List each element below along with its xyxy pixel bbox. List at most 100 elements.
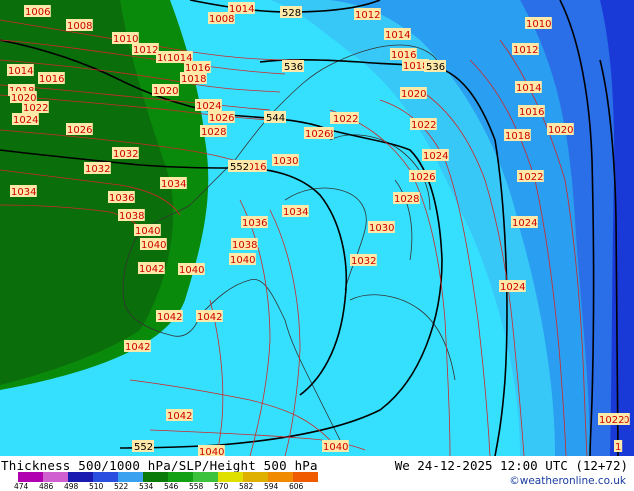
isobar-label-text: 1022 — [599, 415, 624, 426]
isobar-label-text: 1042 — [167, 411, 192, 422]
isobar-label-text: 1026 — [410, 172, 435, 183]
isobar-label: 1026 — [304, 127, 331, 140]
isobar-label: 1036 — [241, 216, 268, 229]
scale-swatch — [293, 472, 318, 482]
isobar-label: 1034 — [160, 177, 187, 190]
isobar-label-text: 1028 — [394, 194, 419, 205]
isobar-label: 1034 — [282, 205, 309, 218]
isobar-label: 1038 — [118, 209, 145, 222]
scale-swatch — [193, 472, 219, 482]
isobar-label: 1030 — [368, 221, 395, 234]
isobar-label: 1040 — [178, 263, 205, 276]
isobar-label-text: 1032 — [351, 256, 376, 267]
isobar-label-text: 1036 — [242, 218, 267, 229]
isobar-label-text: 1036 — [109, 193, 134, 204]
scale-swatch — [118, 472, 144, 482]
isobar-label: 1032 — [350, 254, 377, 267]
isobar-label-text: 1024 — [423, 151, 448, 162]
height-label-text: 552 — [230, 162, 249, 173]
isobar-label-text: 1 — [615, 442, 621, 453]
isobar-label: 1038 — [231, 238, 258, 251]
scale-swatch — [143, 472, 169, 482]
isobar-label-text: 1030 — [369, 223, 394, 234]
isobar-label-text: 1010 — [526, 19, 551, 30]
isobar-label: 1040 — [198, 445, 225, 456]
isobar-label: 1042 — [196, 310, 223, 323]
isobar-label-text: 1012 — [355, 10, 380, 21]
isobar-label: 1040 — [322, 440, 349, 453]
isobar-label-text: 1020 — [401, 89, 426, 100]
isobar-label: 1022 — [332, 112, 359, 125]
isobar-label-text: 1040 — [230, 255, 255, 266]
isobar-label-text: 1018 — [505, 131, 530, 142]
isobar-label: 1042 — [124, 340, 151, 353]
chart-footer: Thickness 500/1000 hPa/SLP/Height 500 hP… — [0, 456, 634, 491]
isobar-label-text: 1034 — [11, 187, 36, 198]
isobar-label-text: 1042 — [125, 342, 150, 353]
height-label: 552 — [132, 440, 154, 453]
isobar-label-text: 1026 — [305, 129, 330, 140]
isobar-label: 1014 — [384, 28, 411, 41]
isobar-label: 1026 — [409, 170, 436, 183]
isobar-label: 1024 — [422, 149, 449, 162]
isobar-label: 1018 — [180, 72, 207, 85]
isobar-label-text: 1016 — [519, 107, 544, 118]
isobar-label-text: 1040 — [135, 226, 160, 237]
scale-swatch — [93, 472, 119, 482]
height-label: 528 — [280, 6, 302, 19]
isobar-label-text: 1022 — [411, 120, 436, 131]
isobar-label: 1026 — [66, 123, 93, 136]
isobar-label: 1 — [614, 440, 623, 453]
isobar-label-text: 1012 — [513, 45, 538, 56]
weather-map: 1006 1008 1008 1010 1012 1012 1014 1016 1014 1016… — [0, 0, 634, 456]
height-label-text: 536 — [426, 62, 445, 73]
isobar-label-text: 1008 — [67, 21, 92, 32]
height-label-text: 536 — [284, 62, 303, 73]
isobar-label-text: 1016 — [39, 74, 64, 85]
isobar-label-text: 1034 — [161, 179, 186, 190]
isobar-label-text: 1030 — [273, 156, 298, 167]
isobar-label-text: 1032 — [113, 149, 138, 160]
scale-swatch — [268, 472, 294, 482]
isobar-label: 1028 — [393, 192, 420, 205]
isobar-label: 1018 — [504, 129, 531, 142]
height-label: 544 — [264, 111, 286, 124]
isobar-label: 1020 — [400, 87, 427, 100]
isobar-label-text: 1034 — [283, 207, 308, 218]
isobar-label: 1040 — [229, 253, 256, 266]
scale-swatch — [43, 472, 69, 482]
isobar-label-text: 1020 — [153, 86, 178, 97]
isobar-label-text: 1012 — [133, 45, 158, 56]
isobar-label: 1022 — [410, 118, 437, 131]
height-label-text: 544 — [266, 113, 285, 124]
map-canvas: 1006 1008 1008 1010 1012 1012 1014 1016 1014 1016… — [0, 0, 634, 456]
isobar-label-text: 1014 — [516, 83, 541, 94]
isobar-label-text: 1018 — [181, 74, 206, 85]
isobar-label: 1028 — [200, 125, 227, 138]
isobar-label: 1034 — [10, 185, 37, 198]
height-label-text: 552 — [134, 442, 153, 453]
isobar-label-text: 1022 — [23, 103, 48, 114]
isobar-label: 1032 — [112, 147, 139, 160]
isobar-label-text: 1016 — [391, 50, 416, 61]
height-label: 552 — [228, 160, 250, 173]
isobar-label-text: 1028 — [201, 127, 226, 138]
isobar-label-text: 1014 — [8, 66, 33, 77]
isobar-label: 1006 — [24, 5, 51, 18]
isobar-label: 1024 — [195, 99, 222, 112]
isobar-label: 1030 — [272, 154, 299, 167]
isobar-label-text: 1006 — [25, 7, 50, 18]
isobar-label-text: 1020 — [548, 125, 573, 136]
credit-link[interactable]: ©weatheronline.co.uk — [509, 475, 626, 487]
isobar-label: 1014 — [515, 81, 542, 94]
isobar-label: 1042 — [138, 262, 165, 275]
isobar-label-text: 1024 — [13, 115, 38, 126]
isobar-label-text: 1024 — [512, 218, 537, 229]
isobar-label-text: 1024 — [500, 282, 525, 293]
scale-swatch — [243, 472, 269, 482]
isobar-label-text: 1008 — [209, 14, 234, 25]
isobar-label: 1012 — [132, 43, 159, 56]
isobar-label: 1042 — [156, 310, 183, 323]
isobar-label-text: 1022 — [518, 172, 543, 183]
isobar-label: 1012 — [512, 43, 539, 56]
